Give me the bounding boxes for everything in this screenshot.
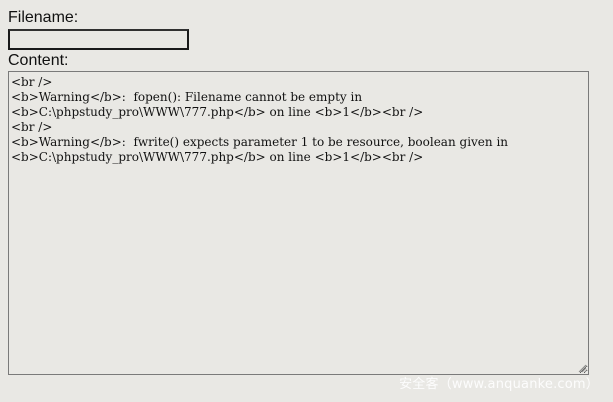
content-label: Content: (8, 52, 69, 69)
content-textarea[interactable]: <br /> <b>Warning</b>: fopen(): Filename… (8, 71, 589, 375)
filename-label: Filename: (8, 9, 79, 26)
watermark: 安全客（www.anquanke.com） (399, 377, 599, 392)
filename-input[interactable] (8, 29, 189, 50)
